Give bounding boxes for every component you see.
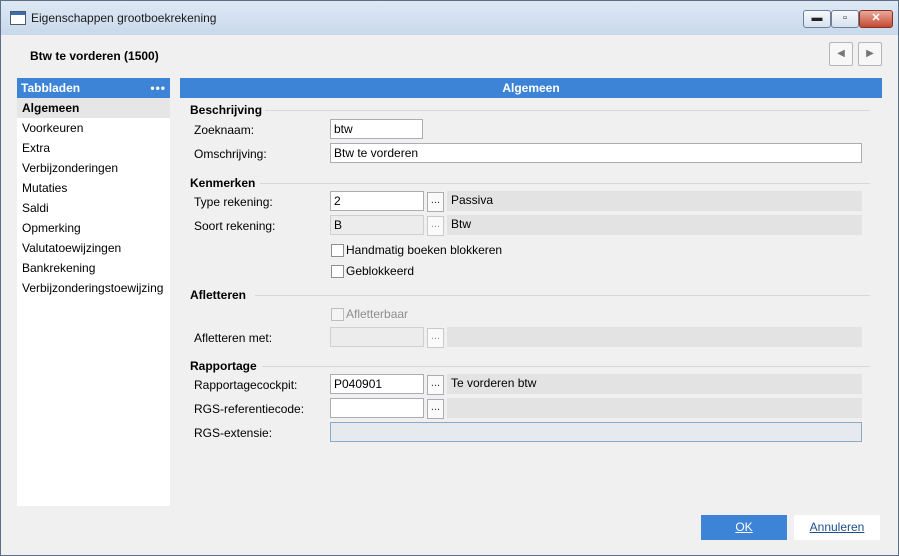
tab-algemeen[interactable]: Algemeen <box>17 98 170 118</box>
section-kenmerken-title: Kenmerken <box>190 176 256 190</box>
soort-rekening-description: Btw <box>447 215 862 235</box>
soort-rekening-label: Soort rekening: <box>194 219 276 233</box>
minimize-button[interactable]: ▬ <box>803 10 831 28</box>
type-rekening-lookup-button[interactable]: ... <box>427 192 444 212</box>
rapportagecockpit-field[interactable]: P040901 <box>330 374 424 394</box>
type-rekening-label: Type rekening: <box>194 195 273 209</box>
window-icon <box>10 11 26 25</box>
rgs-referentiecode-label: RGS-referentiecode: <box>194 402 305 416</box>
rapportagecockpit-description: Te vorderen btw <box>447 374 862 394</box>
chevron-left-icon: ◀ <box>837 48 845 59</box>
afletterbaar-label: Afletterbaar <box>346 307 409 321</box>
previous-record-button[interactable]: ◀ <box>829 42 853 66</box>
afletterbaar-checkbox <box>331 308 344 321</box>
tabs-panel: Tabbladen ••• Algemeen Voorkeuren Extra … <box>17 78 170 506</box>
rgs-extensie-label: RGS-extensie: <box>194 426 273 440</box>
rgs-extensie-field[interactable] <box>330 422 862 442</box>
next-record-button[interactable]: ▶ <box>858 42 882 66</box>
rgs-referentiecode-description <box>447 398 862 418</box>
dialog-window: Eigenschappen grootboekrekening ▬ ▫ ✕ Bt… <box>0 0 899 556</box>
divider <box>255 295 870 296</box>
type-rekening-description: Passiva <box>447 191 862 211</box>
title-bar[interactable]: Eigenschappen grootboekrekening ▬ ▫ ✕ <box>1 1 898 35</box>
divider <box>262 366 870 367</box>
rapportagecockpit-lookup-button[interactable]: ... <box>427 375 444 395</box>
omschrijving-field[interactable]: Btw te vorderen <box>330 143 862 163</box>
section-rapportage-title: Rapportage <box>190 359 257 373</box>
section-beschrijving-title: Beschrijving <box>190 103 263 117</box>
tab-verbijzonderingstoewijzing[interactable]: Verbijzonderingstoewijzing <box>17 278 170 298</box>
handmatig-checkbox[interactable] <box>331 244 344 257</box>
rapportagecockpit-label: Rapportagecockpit: <box>194 378 298 392</box>
afletteren-met-label: Afletteren met: <box>194 331 273 345</box>
divider <box>265 110 870 111</box>
main-panel: Algemeen Beschrijving Zoeknaam: btw Omsc… <box>180 78 882 506</box>
maximize-button[interactable]: ▫ <box>831 10 859 28</box>
tab-verbijzonderingen[interactable]: Verbijzonderingen <box>17 158 170 178</box>
afletteren-met-field <box>330 327 424 347</box>
geblokkeerd-label: Geblokkeerd <box>346 264 415 278</box>
chevron-right-icon: ▶ <box>866 48 874 59</box>
divider <box>260 183 870 184</box>
soort-rekening-field: B <box>330 215 424 235</box>
page-title: Btw te vorderen (1500) <box>30 49 159 63</box>
afletteren-met-description <box>447 327 862 347</box>
main-panel-title: Algemeen <box>180 78 882 98</box>
rgs-referentiecode-lookup-button[interactable]: ... <box>427 399 444 419</box>
type-rekening-field[interactable]: 2 <box>330 191 424 211</box>
close-button[interactable]: ✕ <box>859 10 893 28</box>
zoeknaam-label: Zoeknaam: <box>194 123 255 137</box>
tab-saldi[interactable]: Saldi <box>17 198 170 218</box>
handmatig-label: Handmatig boeken blokkeren <box>346 243 503 257</box>
section-afletteren-title: Afletteren <box>190 288 247 302</box>
tabs-panel-title: Tabbladen <box>21 81 81 95</box>
ok-button[interactable]: OK <box>701 515 787 540</box>
tab-bankrekening[interactable]: Bankrekening <box>17 258 170 278</box>
afletteren-met-lookup-button: ... <box>427 328 444 348</box>
tab-valutatoewijzingen[interactable]: Valutatoewijzingen <box>17 238 170 258</box>
more-options-icon[interactable]: ••• <box>150 78 166 98</box>
geblokkeerd-checkbox[interactable] <box>331 265 344 278</box>
tab-opmerking[interactable]: Opmerking <box>17 218 170 238</box>
tab-voorkeuren[interactable]: Voorkeuren <box>17 118 170 138</box>
zoeknaam-field[interactable]: btw <box>330 119 423 139</box>
dialog-content: Btw te vorderen (1500) ◀ ▶ Tabbladen •••… <box>2 35 897 554</box>
tab-mutaties[interactable]: Mutaties <box>17 178 170 198</box>
window-title: Eigenschappen grootboekrekening <box>31 11 217 25</box>
tabs-panel-header: Tabbladen ••• <box>17 78 170 98</box>
soort-rekening-lookup-button: ... <box>427 216 444 236</box>
cancel-button[interactable]: Annuleren <box>794 515 880 540</box>
rgs-referentiecode-field[interactable] <box>330 398 424 418</box>
tab-extra[interactable]: Extra <box>17 138 170 158</box>
omschrijving-label: Omschrijving: <box>194 147 267 161</box>
